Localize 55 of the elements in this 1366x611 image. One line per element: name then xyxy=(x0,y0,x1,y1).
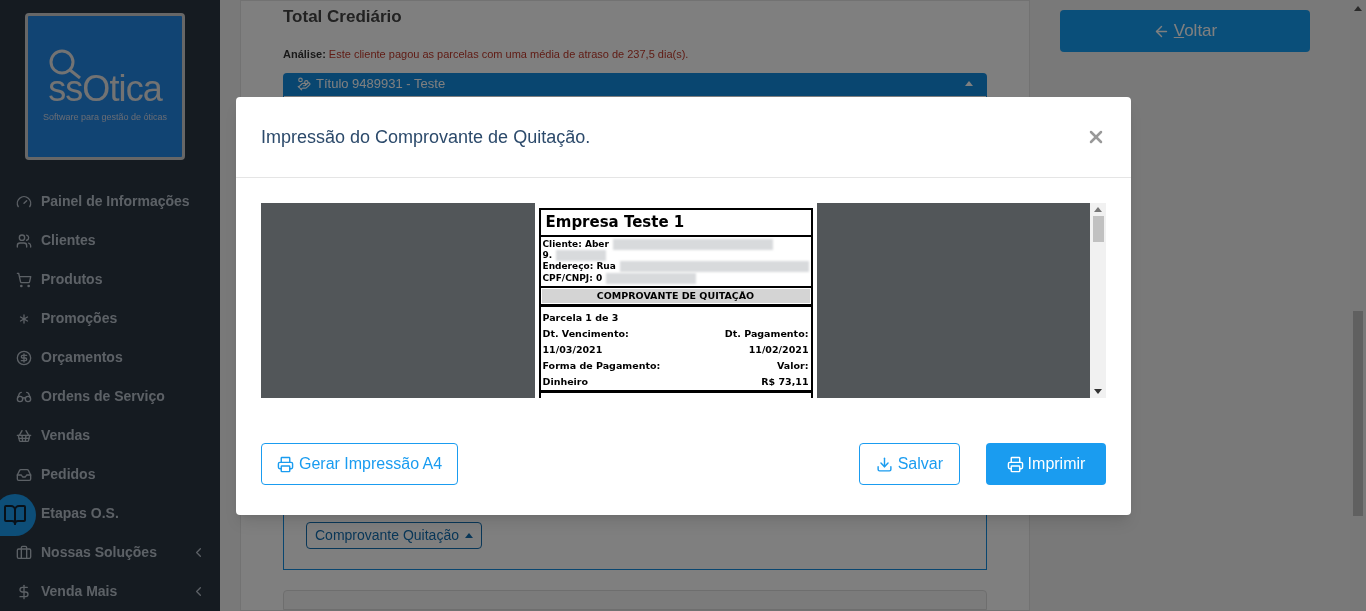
caret-icon xyxy=(1354,6,1362,11)
section-title: COMPROVANTE DE QUITAÇÃO xyxy=(541,288,810,303)
analysis-text: Análise: Este cliente pagou as parcelas com uma média de atraso de 237,5 dia(s). xyxy=(283,46,690,62)
sidebar-item[interactable]: Orçamentos xyxy=(0,338,220,377)
scrollbar-thumb[interactable] xyxy=(1353,311,1363,516)
titulo-header[interactable]: Título 9489931 - Teste xyxy=(283,73,987,95)
sidebar-item[interactable]: Promoções xyxy=(0,299,220,338)
caret-icon xyxy=(1094,207,1102,212)
coin-icon xyxy=(16,349,32,366)
client-info: Cliente: Aber xyxy=(542,238,609,250)
book-icon xyxy=(3,503,27,527)
client-info: Endereço: Rua xyxy=(542,261,616,273)
due-label: Dt. Vencimento: xyxy=(542,326,629,341)
users-icon xyxy=(16,232,32,249)
inbox-icon xyxy=(16,466,32,483)
dollar-icon xyxy=(16,583,32,600)
print-button[interactable]: Imprimir xyxy=(986,443,1106,485)
sidebar-item[interactable]: Pedidos xyxy=(0,455,220,494)
gauge-icon xyxy=(16,193,32,210)
hand-money-icon xyxy=(297,76,311,91)
client-info: 9. xyxy=(542,250,553,262)
redacted-bar xyxy=(556,250,607,262)
value-label: Valor: xyxy=(777,358,809,373)
back-button[interactable]: Voltar xyxy=(1060,10,1310,52)
caret-icon xyxy=(1094,389,1102,394)
modal-title: Impressão do Comprovante de Quitação. xyxy=(261,125,592,149)
cart-icon xyxy=(16,271,32,288)
scrollbar-thumb[interactable] xyxy=(1092,216,1104,242)
sidebar-item[interactable]: Vendas xyxy=(0,416,220,455)
client-info: CPF/CNPJ: 0 xyxy=(542,272,603,284)
logo-tagline: Software para gestão de óticas xyxy=(42,110,168,124)
sidebar-item[interactable]: Produtos xyxy=(0,260,220,299)
basket-icon xyxy=(16,427,32,444)
due-date: 11/03/2021 xyxy=(542,342,603,357)
company-name: Empresa Teste 1 xyxy=(540,210,811,237)
payment-value: R$ 73,11 xyxy=(761,374,809,389)
sidebar-item[interactable]: Venda Mais xyxy=(0,572,220,611)
installment-title: Parcela 1 de 3 xyxy=(542,310,620,325)
download-icon xyxy=(875,455,893,473)
paid-date: 11/02/2021 xyxy=(748,342,809,357)
sidebar-item[interactable]: Painel de Informações xyxy=(0,182,220,221)
print-a4-button[interactable]: Gerar Impressão A4 xyxy=(261,443,459,485)
paid-label: Dt. Pagamento: xyxy=(724,326,809,341)
printer-icon xyxy=(1006,455,1024,473)
dropdown-button[interactable]: Comprovante Quitação xyxy=(306,522,482,550)
section-heading: Total Crediário xyxy=(283,6,403,28)
briefcase-icon xyxy=(16,544,32,561)
sidebar-item[interactable]: Clientes xyxy=(0,221,220,260)
method-label: Forma de Pagamento: xyxy=(542,358,661,373)
payment-method: Dinheiro xyxy=(542,374,589,389)
printer-icon xyxy=(277,455,294,473)
caret-icon xyxy=(464,533,473,539)
save-button[interactable]: Salvar xyxy=(858,443,960,485)
sidebar-item[interactable]: Ordens de Serviço xyxy=(0,377,220,416)
logo-text: ssOtica xyxy=(48,70,162,107)
